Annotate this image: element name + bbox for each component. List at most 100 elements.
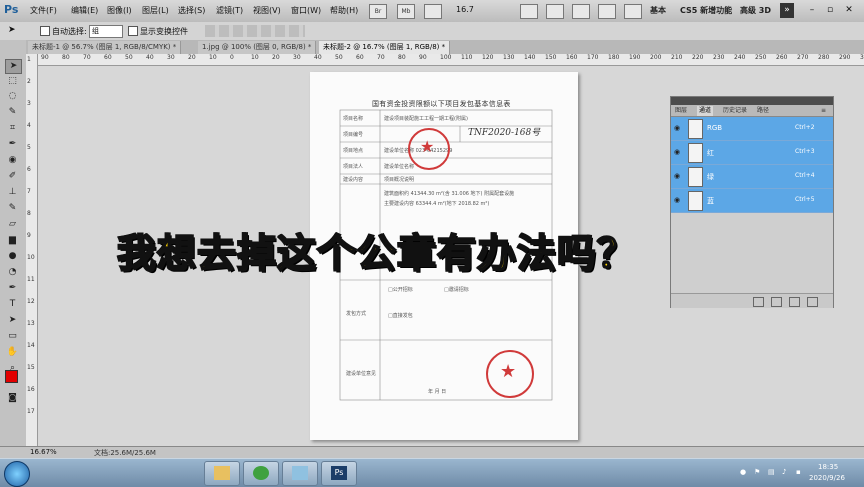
zoom-status[interactable]: 16.67% xyxy=(30,448,57,456)
flag-icon[interactable]: ⚑ xyxy=(754,468,762,476)
rotate-view-icon[interactable] xyxy=(572,4,590,19)
type-tool-icon[interactable]: T xyxy=(5,298,20,311)
healing-brush-icon[interactable]: ◉ xyxy=(5,154,20,167)
volume-icon[interactable]: ♪ xyxy=(782,468,790,476)
row-value: 项目概况说明 xyxy=(384,177,415,183)
ime-icon[interactable]: ▪ xyxy=(796,468,804,476)
path-select-icon[interactable]: ➤ xyxy=(5,314,20,327)
visibility-eye-icon[interactable]: ◉ xyxy=(674,196,684,204)
taskbar-browser[interactable] xyxy=(243,461,279,486)
hand-tool-icon[interactable] xyxy=(520,4,538,19)
move-tool-icon[interactable]: ➤ xyxy=(8,25,16,35)
zoom-level[interactable]: 16.7 xyxy=(456,5,474,14)
ruler-tick-label: 20 xyxy=(272,54,280,61)
quick-mask-icon[interactable]: ◙ xyxy=(5,392,20,405)
eraser-icon[interactable]: ▱ xyxy=(5,218,20,231)
start-button[interactable] xyxy=(4,461,30,487)
visibility-eye-icon[interactable]: ◉ xyxy=(674,124,684,132)
options-bar: ➤ 自动选择: 组 显示变换控件 xyxy=(0,22,864,41)
gradient-icon[interactable]: ▆ xyxy=(5,234,20,247)
expand-workspaces-icon[interactable]: » xyxy=(780,3,794,18)
lasso-tool-icon[interactable]: ◌ xyxy=(5,90,20,103)
delete-channel-icon[interactable] xyxy=(807,297,818,307)
tab-paths[interactable]: 路径 xyxy=(755,106,771,116)
menu-select[interactable]: 选择(S) xyxy=(178,5,205,16)
tray-icon[interactable]: ● xyxy=(740,468,748,476)
visibility-eye-icon[interactable]: ◉ xyxy=(674,172,684,180)
tab-doc-1[interactable]: 未标题-1 @ 56.7% (图层 1, RGB/8/CMYK) * xyxy=(28,41,182,54)
workspace-cs5[interactable]: CS5 新增功能 xyxy=(680,5,732,16)
ruler-tick-label: 220 xyxy=(692,54,704,61)
panel-menu-icon[interactable]: ≡ xyxy=(819,106,828,116)
screen-mode-icon[interactable] xyxy=(624,4,642,19)
tab-history[interactable]: 历史记录 xyxy=(721,106,749,116)
official-seal-2: ★ xyxy=(486,350,534,398)
tab-doc-2[interactable]: 1.jpg @ 100% (图层 0, RGB/8) * xyxy=(198,41,317,54)
load-selection-icon[interactable] xyxy=(753,297,764,307)
pen-tool-icon[interactable]: ✒ xyxy=(5,282,20,295)
quick-select-icon[interactable]: ✎ xyxy=(5,106,20,119)
auto-select-checkbox[interactable] xyxy=(40,26,50,36)
menu-layer[interactable]: 图层(L) xyxy=(142,5,169,16)
tab-layers[interactable]: 图层 xyxy=(673,106,689,116)
arrange-icon[interactable] xyxy=(424,4,442,19)
bridge-icon[interactable]: Br xyxy=(369,4,387,19)
close-icon[interactable]: ✕ xyxy=(843,5,855,15)
eyedropper-icon[interactable]: ✒ xyxy=(5,138,20,151)
panel-tabs: 图层 通道 历史记录 路径 ≡ xyxy=(671,105,833,117)
menu-help[interactable]: 帮助(H) xyxy=(330,5,358,16)
menu-image[interactable]: 图像(I) xyxy=(107,5,132,16)
ruler-tick-label: 180 xyxy=(608,54,620,61)
menu-view[interactable]: 视图(V) xyxy=(253,5,281,16)
align-buttons[interactable] xyxy=(205,25,305,37)
clock-time[interactable]: 18:35 xyxy=(818,463,838,471)
history-brush-icon[interactable]: ✎ xyxy=(5,202,20,215)
channel-name: RGB xyxy=(707,124,723,132)
ruler-tick-label: 270 xyxy=(797,54,809,61)
ruler-tick-label: 80 xyxy=(62,54,70,61)
foreground-color-swatch[interactable] xyxy=(5,370,18,383)
taskbar-explorer[interactable] xyxy=(204,461,240,486)
channel-shortcut: Ctrl+4 xyxy=(795,172,815,179)
channel-row-green[interactable]: ◉ 绿 Ctrl+4 xyxy=(671,165,833,189)
workspace-3d[interactable]: 高级 3D xyxy=(740,5,771,16)
transform-controls-checkbox[interactable] xyxy=(128,26,138,36)
auto-select-dropdown[interactable]: 组 xyxy=(89,25,123,38)
dodge-tool-icon[interactable]: ◔ xyxy=(5,266,20,279)
clock-date[interactable]: 2020/9/26 xyxy=(809,474,845,482)
network-icon[interactable]: ▤ xyxy=(768,468,776,476)
hand-tool-icon[interactable]: ✋ xyxy=(5,346,20,359)
menu-edit[interactable]: 编辑(E) xyxy=(71,5,98,16)
save-selection-icon[interactable] xyxy=(771,297,782,307)
ruler-tick-label: 6 xyxy=(27,166,31,173)
channel-row-blue[interactable]: ◉ 蓝 Ctrl+5 xyxy=(671,189,833,213)
taskbar-photoshop[interactable]: Ps xyxy=(321,461,357,486)
ruler-tick-label: 150 xyxy=(545,54,557,61)
menu-file[interactable]: 文件(F) xyxy=(30,5,57,16)
tab-channels[interactable]: 通道 xyxy=(697,106,714,116)
restore-icon[interactable]: ▫ xyxy=(824,5,836,15)
new-channel-icon[interactable] xyxy=(789,297,800,307)
panel-header[interactable] xyxy=(671,97,833,105)
marquee-tool-icon[interactable]: ⬚ xyxy=(5,75,20,88)
menu-window[interactable]: 窗口(W) xyxy=(291,5,321,16)
clone-stamp-icon[interactable]: ⊥ xyxy=(5,186,20,199)
minimize-icon[interactable]: – xyxy=(806,5,818,15)
channel-row-red[interactable]: ◉ 红 Ctrl+3 xyxy=(671,141,833,165)
minibridge-icon[interactable]: Mb xyxy=(397,4,415,19)
visibility-eye-icon[interactable]: ◉ xyxy=(674,148,684,156)
crop-tool-icon[interactable]: ⌗ xyxy=(5,122,20,135)
workspace-basic[interactable]: 基本 xyxy=(650,5,666,16)
ruler-tick-label: 3 xyxy=(27,100,31,107)
blur-tool-icon[interactable]: ● xyxy=(5,250,20,263)
taskbar-media[interactable] xyxy=(282,461,318,486)
arrange-documents-icon[interactable] xyxy=(598,4,616,19)
menu-filter[interactable]: 滤镜(T) xyxy=(216,5,243,16)
zoom-tool-icon[interactable] xyxy=(546,4,564,19)
photoshop-icon: Ps xyxy=(331,466,347,480)
channel-row-rgb[interactable]: ◉ RGB Ctrl+2 xyxy=(671,117,833,141)
move-tool-icon[interactable]: ➤ xyxy=(5,59,22,74)
shape-tool-icon[interactable]: ▭ xyxy=(5,330,20,343)
tab-doc-3[interactable]: 未标题-2 @ 16.7% (图层 1, RGB/8) * xyxy=(319,41,451,54)
brush-tool-icon[interactable]: ✐ xyxy=(5,170,20,183)
